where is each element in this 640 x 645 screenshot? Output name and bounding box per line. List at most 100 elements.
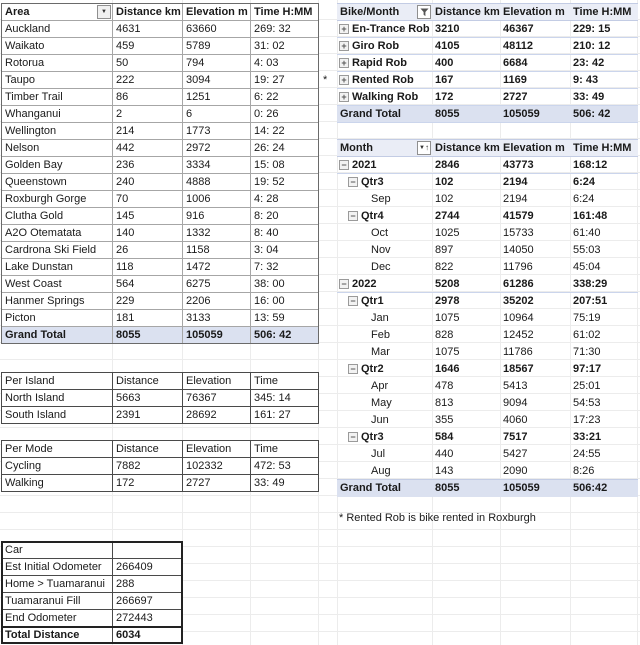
cell[interactable]: 4888 [183,174,251,191]
cell[interactable]: Tuamaranui Fill [2,593,113,610]
cell[interactable]: −Mar [337,344,432,361]
cell[interactable]: 33:21 [570,429,638,446]
cell[interactable]: 4: 28 [251,191,319,208]
cell[interactable]: 15733 [500,225,570,242]
distance-column-header[interactable]: Distance [113,441,183,458]
cell[interactable] [113,542,183,559]
cell[interactable]: −Aug [337,463,432,480]
cell[interactable]: 2744 [432,208,500,225]
cell[interactable]: 45:04 [570,259,638,276]
area-column-header[interactable]: Area ▼ [2,4,113,21]
cell[interactable]: 11796 [500,259,570,276]
cell[interactable]: 105059 [500,480,570,497]
cell[interactable]: 266697 [113,593,183,610]
cell[interactable]: −Dec [337,259,432,276]
cell[interactable]: 1773 [183,123,251,140]
cell[interactable]: 167 [432,72,500,89]
cell[interactable]: 584 [432,429,500,446]
cell[interactable]: 5208 [432,276,500,293]
month-column-header[interactable]: Month ▼↑ [337,140,432,157]
cell[interactable]: 5413 [500,378,570,395]
cell[interactable]: 28692 [183,407,251,424]
cell[interactable]: 54:53 [570,395,638,412]
car-header[interactable]: Car [2,542,113,559]
cell[interactable]: 210: 12 [570,38,638,55]
cell[interactable]: End Odometer [2,610,113,627]
cell[interactable]: +Rapid Rob [337,55,432,72]
collapse-icon[interactable]: − [348,211,358,221]
cell[interactable]: 61286 [500,276,570,293]
cell[interactable]: 2194 [500,191,570,208]
cell[interactable]: 8055 [113,327,183,344]
cell[interactable]: −Apr [337,378,432,395]
cell[interactable]: 5663 [113,390,183,407]
cell[interactable]: 269: 32 [251,21,319,38]
elevation-column-header[interactable]: Elevation m [500,140,570,157]
cell[interactable]: 97:17 [570,361,638,378]
cell[interactable]: 2727 [500,89,570,106]
collapse-icon[interactable]: − [348,177,358,187]
cell[interactable]: 76367 [183,390,251,407]
cell[interactable]: 506: 42 [570,106,638,123]
cell[interactable]: 43773 [500,157,570,174]
cell[interactable]: 2972 [183,140,251,157]
cell[interactable]: Est Initial Odometer [2,559,113,576]
cell[interactable]: 168:12 [570,157,638,174]
cell[interactable]: Queenstown [2,174,113,191]
cell[interactable]: 35202 [500,293,570,310]
cell[interactable]: +Rented Rob [337,72,432,89]
cell[interactable]: 102 [432,174,500,191]
cell[interactable]: 33: 49 [251,475,319,492]
bike-month-column-header[interactable]: Bike/Month [337,4,432,21]
collapse-icon[interactable]: − [348,432,358,442]
cell[interactable]: 11786 [500,344,570,361]
cell[interactable]: 2 [113,106,183,123]
cell[interactable]: 1646 [432,361,500,378]
cell[interactable]: 26 [113,242,183,259]
cell[interactable]: 1075 [432,310,500,327]
cell[interactable]: −May [337,395,432,412]
cell[interactable]: −Jun [337,412,432,429]
cell[interactable]: 9: 43 [570,72,638,89]
elevation-column-header[interactable]: Elevation m [183,4,251,21]
cell[interactable]: 266409 [113,559,183,576]
cell[interactable]: 61:40 [570,225,638,242]
cell[interactable]: 161:48 [570,208,638,225]
cell[interactable]: 63660 [183,21,251,38]
cell[interactable]: Grand Total [337,480,432,497]
cell[interactable]: 472: 53 [251,458,319,475]
cell[interactable]: Wellington [2,123,113,140]
cell[interactable]: 172 [113,475,183,492]
collapse-icon[interactable]: − [339,160,349,170]
cell[interactable]: 2978 [432,293,500,310]
cell[interactable]: 5427 [500,446,570,463]
cell[interactable]: North Island [2,390,113,407]
cell[interactable]: 6 [183,106,251,123]
cell[interactable]: Cycling [2,458,113,475]
cell[interactable]: −Qtr3 [337,429,432,446]
filter-dropdown-button[interactable]: ▼ [97,5,111,19]
cell[interactable]: 13: 59 [251,310,319,327]
cell[interactable]: Hanmer Springs [2,293,113,310]
cell[interactable]: 6:24 [570,191,638,208]
expand-icon[interactable]: + [339,92,349,102]
cell[interactable]: Roxburgh Gorge [2,191,113,208]
collapse-icon[interactable]: − [339,279,349,289]
collapse-icon[interactable]: − [348,296,358,306]
cell[interactable]: 15: 08 [251,157,319,174]
cell[interactable]: −Sep [337,191,432,208]
cell[interactable]: 355 [432,412,500,429]
expand-icon[interactable]: + [339,24,349,34]
cell[interactable]: 828 [432,327,500,344]
time-column-header[interactable]: Time H:MM [251,4,319,21]
cell[interactable]: 459 [113,38,183,55]
cell[interactable]: Golden Bay [2,157,113,174]
cell[interactable]: Home > Tuamaranui [2,576,113,593]
cell[interactable]: Taupo [2,72,113,89]
cell[interactable]: −Nov [337,242,432,259]
cell[interactable]: 7882 [113,458,183,475]
cell[interactable]: 214 [113,123,183,140]
cell[interactable]: 181 [113,310,183,327]
cell[interactable]: 1158 [183,242,251,259]
cell[interactable]: 207:51 [570,293,638,310]
